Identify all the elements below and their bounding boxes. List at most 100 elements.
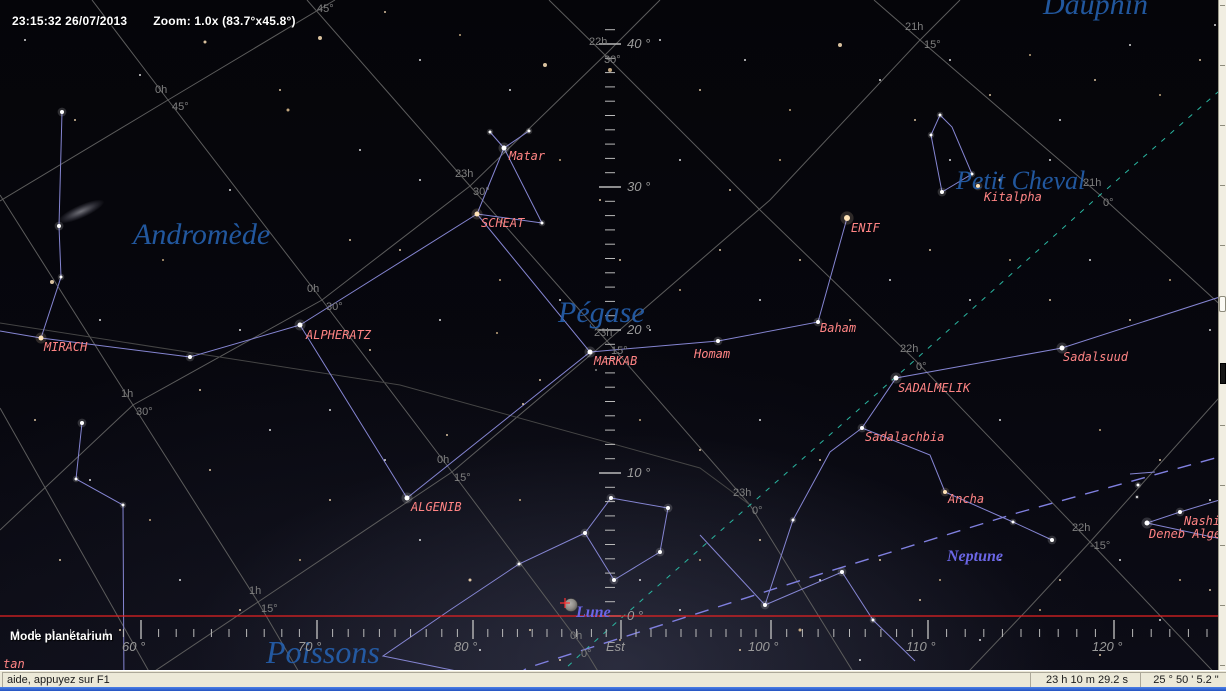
named-star-dot[interactable] bbox=[658, 550, 662, 554]
field-star bbox=[879, 79, 881, 81]
named-star-dot[interactable] bbox=[666, 506, 670, 510]
constellation-line bbox=[1147, 498, 1218, 540]
named-star-dot[interactable] bbox=[39, 336, 44, 341]
named-star-dot[interactable] bbox=[60, 276, 63, 279]
named-star-dot[interactable] bbox=[60, 110, 64, 114]
scrollbar-graduation-mark bbox=[1220, 185, 1225, 186]
constellation-line bbox=[585, 498, 668, 580]
mode-label: Mode planétarium bbox=[10, 629, 113, 643]
field-star bbox=[559, 659, 561, 661]
field-star bbox=[679, 159, 681, 161]
named-star-dot[interactable] bbox=[489, 131, 492, 134]
sky-map[interactable]: AndromèdePégasePetit ChevalDauphinPoisso… bbox=[0, 0, 1218, 670]
scrollbar-graduation-mark bbox=[1220, 665, 1225, 666]
field-star bbox=[50, 280, 54, 284]
field-star bbox=[619, 639, 621, 641]
field-star bbox=[269, 429, 271, 431]
scrollbar-graduation-mark bbox=[1220, 125, 1225, 126]
named-star-dot[interactable] bbox=[122, 504, 125, 507]
named-star-dot[interactable] bbox=[716, 339, 720, 343]
named-star-dot[interactable] bbox=[502, 146, 507, 151]
scrollbar-slider-handle[interactable] bbox=[1219, 296, 1226, 312]
field-star bbox=[639, 579, 641, 581]
named-star-dot[interactable] bbox=[1060, 346, 1065, 351]
clock-text: 23:15:32 26/07/2013 bbox=[12, 14, 127, 28]
named-star-dot[interactable] bbox=[844, 215, 850, 221]
field-star bbox=[522, 403, 524, 405]
equator-ecliptic-lines bbox=[495, 85, 1218, 670]
named-star-dot[interactable] bbox=[1012, 521, 1015, 524]
named-star-dot[interactable] bbox=[894, 376, 899, 381]
field-star bbox=[299, 559, 301, 561]
field-star bbox=[949, 159, 951, 161]
zoom-scrollbar[interactable] bbox=[1218, 0, 1226, 670]
named-star-dot[interactable] bbox=[1050, 538, 1054, 542]
field-star bbox=[595, 369, 597, 371]
field-star bbox=[979, 639, 981, 641]
named-star-dot[interactable] bbox=[971, 173, 974, 176]
field-star bbox=[1209, 329, 1211, 331]
named-star-dot[interactable] bbox=[588, 350, 593, 355]
named-star-dot[interactable] bbox=[840, 570, 844, 574]
named-star-dot[interactable] bbox=[872, 619, 875, 622]
named-star-dot[interactable] bbox=[940, 190, 944, 194]
named-star-dot[interactable] bbox=[475, 212, 480, 217]
field-star bbox=[1159, 619, 1161, 621]
field-star bbox=[479, 649, 481, 651]
named-star-dot[interactable] bbox=[75, 478, 78, 481]
named-star-dot[interactable] bbox=[57, 224, 61, 228]
constellation-line bbox=[862, 295, 1218, 540]
field-star bbox=[1199, 59, 1201, 61]
named-star-dot[interactable] bbox=[541, 222, 544, 225]
scrollbar-graduation-mark bbox=[1220, 485, 1225, 486]
named-star-dot[interactable] bbox=[1178, 510, 1182, 514]
constellation-line bbox=[477, 148, 542, 223]
named-star-dot[interactable] bbox=[612, 578, 616, 582]
field-star bbox=[34, 419, 36, 421]
named-star-dot[interactable] bbox=[943, 490, 947, 494]
field-star bbox=[849, 319, 851, 321]
named-star-dot[interactable] bbox=[1136, 496, 1138, 498]
field-star bbox=[1129, 319, 1131, 321]
field-star bbox=[384, 11, 386, 13]
field-star bbox=[179, 579, 181, 581]
sky-svg bbox=[0, 0, 1218, 670]
named-star-dot[interactable] bbox=[583, 531, 587, 535]
grid-line bbox=[549, 0, 1218, 670]
named-star-dot[interactable] bbox=[528, 130, 531, 133]
field-star bbox=[999, 559, 1001, 561]
named-star-dot[interactable] bbox=[816, 320, 820, 324]
field-star bbox=[1129, 44, 1131, 46]
named-star-dot[interactable] bbox=[1137, 484, 1140, 487]
scrollbar-graduation-mark bbox=[1220, 425, 1225, 426]
field-star bbox=[969, 299, 971, 301]
named-star-dot[interactable] bbox=[860, 426, 864, 430]
field-star bbox=[459, 34, 461, 36]
moon[interactable] bbox=[560, 598, 578, 612]
named-star-dot[interactable] bbox=[976, 184, 980, 188]
constellation-line bbox=[931, 115, 972, 192]
named-star-dot[interactable] bbox=[188, 355, 192, 359]
field-star bbox=[496, 332, 498, 334]
named-star-dot[interactable] bbox=[80, 421, 84, 425]
named-star-dot[interactable] bbox=[939, 114, 942, 117]
named-star-dot[interactable] bbox=[298, 323, 303, 328]
named-star-dot[interactable] bbox=[763, 603, 767, 607]
field-star bbox=[1099, 654, 1101, 656]
scrollbar-graduation-mark bbox=[1220, 545, 1225, 546]
named-star-dot[interactable] bbox=[609, 496, 613, 500]
named-star-dot[interactable] bbox=[405, 496, 410, 501]
named-star-dot[interactable] bbox=[1145, 521, 1150, 526]
named-star-dot[interactable] bbox=[930, 134, 933, 137]
moon-disc[interactable] bbox=[565, 599, 578, 612]
field-star bbox=[759, 299, 761, 301]
scrollbar-thumb[interactable] bbox=[1220, 363, 1226, 384]
field-star bbox=[229, 189, 231, 191]
status-dec-coordinate: 25 ° 50 ' 5.2 " bbox=[1140, 672, 1226, 688]
field-star bbox=[162, 259, 164, 261]
field-star bbox=[1159, 94, 1161, 96]
field-star bbox=[359, 149, 361, 151]
named-star-dot[interactable] bbox=[792, 519, 795, 522]
field-star bbox=[419, 179, 421, 181]
named-star-dot[interactable] bbox=[518, 563, 521, 566]
